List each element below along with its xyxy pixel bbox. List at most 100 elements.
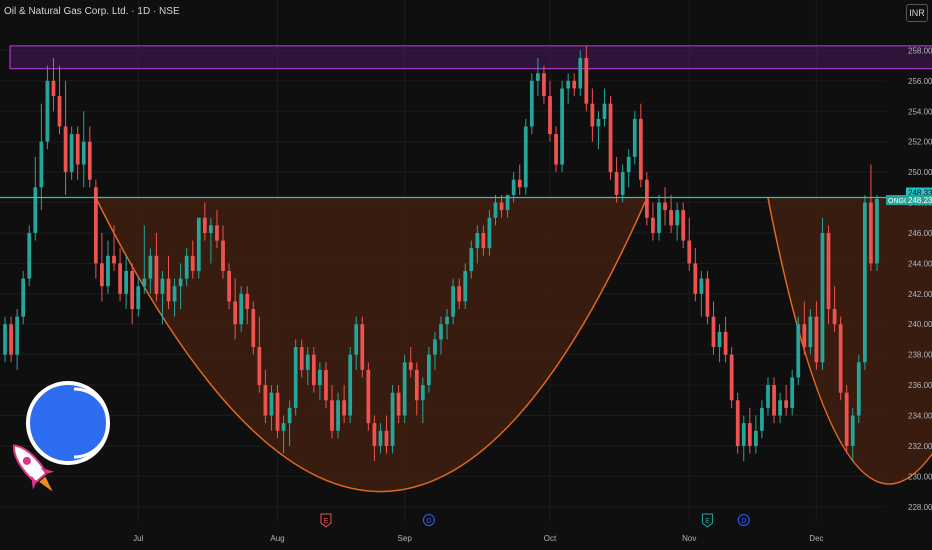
candle-body	[215, 225, 219, 241]
candle-body	[269, 392, 274, 416]
candle-body	[9, 324, 13, 355]
candle-body	[330, 400, 334, 431]
candle-body	[620, 172, 625, 195]
candle-body	[324, 369, 328, 401]
candle	[632, 111, 637, 165]
candle-body	[372, 423, 377, 446]
y-tick-label: 236.00	[908, 381, 932, 390]
candle-body	[614, 172, 619, 195]
candle-body	[826, 232, 831, 310]
y-tick-label: 244.00	[908, 259, 932, 268]
candle-body	[142, 278, 147, 287]
candle-body	[578, 58, 583, 89]
candle-body	[427, 354, 431, 386]
candle-body	[832, 309, 837, 325]
candle	[844, 385, 849, 454]
candle	[820, 217, 825, 370]
candle-body	[27, 232, 32, 279]
candle-body	[766, 385, 770, 408]
candle-body	[862, 202, 867, 363]
candle-body	[778, 400, 782, 416]
candle	[251, 301, 256, 355]
candle-body	[281, 423, 286, 431]
candle	[560, 80, 564, 173]
candle-body	[112, 255, 116, 264]
y-tick-label: 242.00	[908, 290, 932, 299]
candle-body	[469, 248, 474, 271]
candle-body	[336, 400, 340, 431]
candle-body	[402, 362, 407, 416]
event-marker-label: E	[324, 518, 329, 525]
candle-body	[753, 430, 758, 446]
x-tick-label: Dec	[809, 534, 823, 543]
candle-body	[348, 354, 353, 416]
candle	[360, 316, 365, 378]
candle-body	[154, 255, 159, 294]
candle-body	[63, 126, 68, 173]
y-tick-label: 250.00	[908, 168, 932, 177]
candle	[729, 347, 734, 408]
candle-body	[21, 278, 26, 317]
candle-body	[318, 369, 322, 386]
candle-body	[741, 423, 746, 446]
y-tick-label: 256.00	[908, 77, 932, 86]
candle-body	[511, 179, 516, 195]
candle-body	[293, 347, 298, 408]
candle-body	[93, 187, 98, 264]
resistance-zone-rect	[9, 45, 932, 70]
currency-button[interactable]: INR	[906, 4, 928, 22]
candle-body	[529, 80, 534, 127]
candle-body	[433, 339, 437, 355]
candle-body	[178, 278, 183, 287]
candle-body	[239, 293, 244, 325]
symbol-tag-text: ONGC	[888, 198, 909, 205]
candle-body	[233, 301, 238, 325]
candle-body	[118, 263, 122, 294]
candle-body	[572, 80, 577, 89]
candle-body	[196, 217, 201, 271]
candle-body	[3, 324, 7, 355]
candle-body	[802, 324, 807, 348]
candle-body	[808, 316, 813, 348]
candle-body	[487, 217, 492, 249]
candle-body	[451, 286, 455, 317]
candle-body	[15, 316, 20, 355]
candle	[644, 172, 649, 226]
candle-body	[245, 293, 250, 310]
candle-body	[608, 103, 613, 173]
candle-body	[602, 103, 607, 119]
candle-body	[584, 58, 589, 104]
candle-body	[705, 278, 710, 317]
candle-body	[75, 134, 80, 165]
candle	[69, 126, 74, 180]
candlestick-chart[interactable]: 228.00 230.00 232.00 234.00 236.00 238.00 240.…	[0, 0, 932, 550]
candle-body	[263, 385, 268, 416]
candle	[196, 217, 201, 279]
candle-body	[675, 210, 680, 226]
candle-body	[669, 210, 673, 226]
candle-body	[190, 255, 195, 271]
candle-body	[542, 73, 546, 97]
candle-body	[227, 271, 231, 302]
candle-body	[554, 134, 558, 165]
event-marker-label: D	[426, 518, 431, 525]
candle-body	[354, 324, 359, 355]
candle-body	[735, 400, 740, 446]
candle-body	[148, 255, 153, 279]
candle-body	[172, 286, 177, 302]
candle-body	[548, 96, 552, 135]
symbol-title[interactable]: Oil & Natural Gas Corp. Ltd. · 1D · NSE	[4, 6, 180, 17]
x-tick-label: Sep	[398, 534, 413, 543]
y-tick-label: 238.00	[908, 351, 932, 360]
y-tick-label: 230.00	[908, 472, 932, 481]
y-tick-label: 254.00	[908, 107, 932, 116]
candle	[402, 354, 407, 424]
candle-body	[747, 423, 752, 446]
event-marker-label: E	[705, 518, 710, 525]
candle-body	[632, 118, 637, 157]
candle-body	[760, 407, 764, 431]
candle-body	[384, 430, 389, 446]
candle-body	[275, 392, 280, 431]
candle-body	[481, 232, 486, 249]
candle-body	[81, 141, 86, 165]
